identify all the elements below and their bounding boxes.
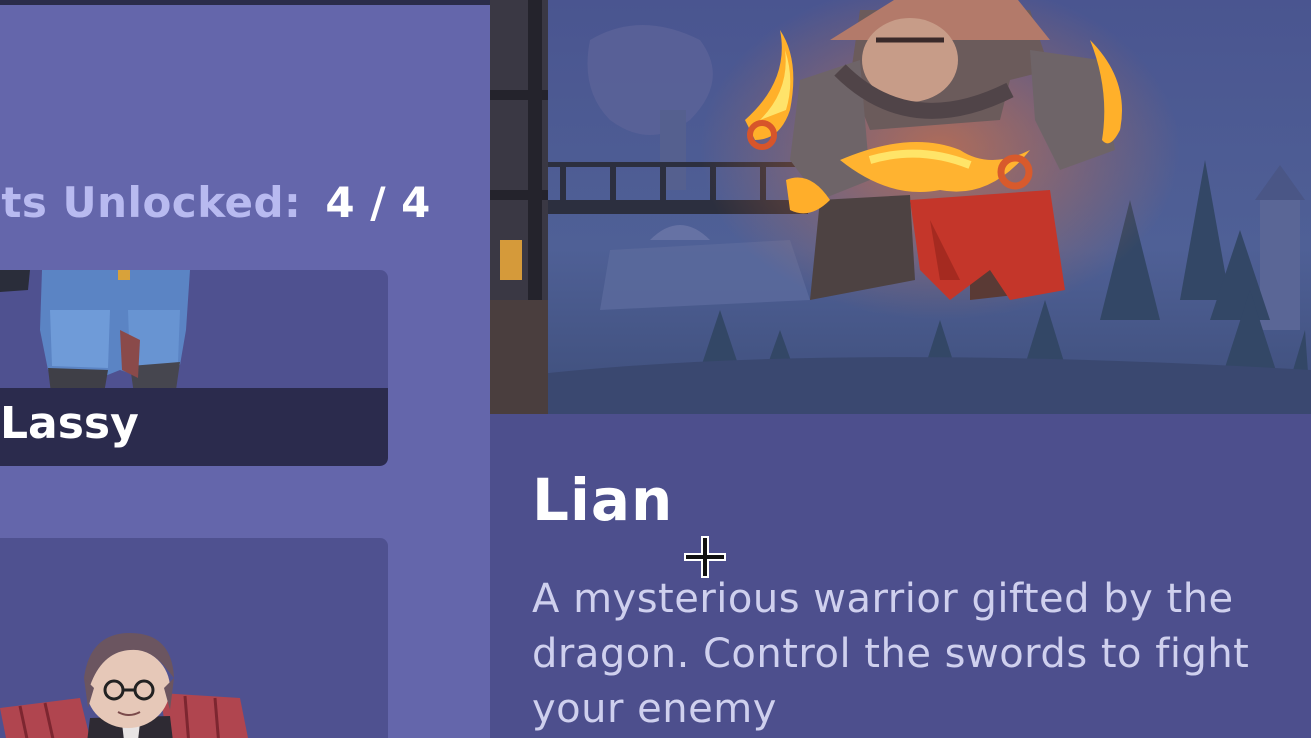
- slots-unlocked-text: ots Unlocked: 4 / 4: [0, 178, 431, 227]
- slots-unlocked-label: ots Unlocked:: [0, 178, 302, 227]
- slots-unlocked-count: 4 / 4: [325, 178, 431, 227]
- character-title: Lian: [532, 466, 674, 534]
- character-roster-panel: ots Unlocked: 4 / 4 Lassy: [0, 0, 490, 738]
- next-character-art: [0, 633, 248, 738]
- character-description: A mysterious warrior gifted by the drago…: [532, 576, 1250, 732]
- character-name-bar: Lassy: [0, 388, 388, 466]
- character-detail-panel: Lian A mysterious warrior gifted by the …: [490, 0, 1311, 738]
- game-ui: ots Unlocked: 4 / 4 Lassy Lian A mysteri…: [0, 0, 1311, 738]
- character-name-lassy: Lassy: [0, 398, 139, 449]
- roster-top-border: [0, 0, 490, 5]
- character-preview-image: [490, 0, 1311, 414]
- character-card-lassy[interactable]: Lassy: [0, 270, 388, 466]
- character-card-next[interactable]: [0, 538, 388, 738]
